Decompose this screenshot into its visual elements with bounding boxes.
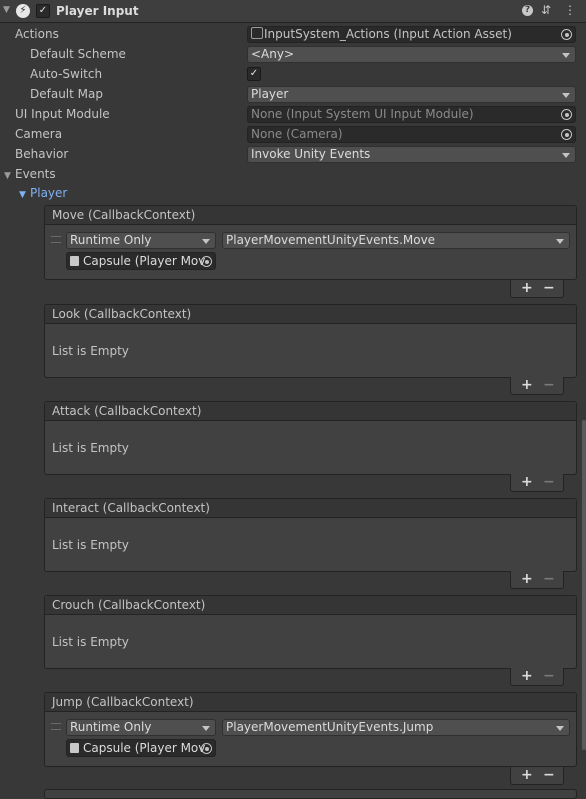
camera-value: None (Camera) [251,127,343,141]
ui-input-module-field[interactable]: None (Input System UI Input Module) [247,106,576,123]
event-title: Interact (CallbackContext) [45,499,576,518]
drag-handle-icon[interactable] [51,236,61,243]
input-action-asset-icon [251,27,263,39]
object-picker-icon[interactable] [201,256,212,267]
function-value: PlayerMovementUnityEvents.Jump [226,720,434,734]
chevron-down-icon [562,153,570,158]
add-button[interactable]: + [521,571,533,587]
default-scheme-value: <Any> [251,47,295,61]
list-empty-text: List is Empty [52,538,129,552]
event-interact: Interact (CallbackContext) List is Empty [44,498,577,572]
player-input-icon: ⚡ [16,4,30,18]
object-picker-icon[interactable] [561,129,572,140]
event-title: Move (CallbackContext) [45,206,576,225]
function-dropdown[interactable]: PlayerMovementUnityEvents.Jump [222,719,570,736]
default-scheme-label: Default Scheme [30,47,126,61]
target-object-value: Capsule (Player Mov [83,254,206,268]
add-button[interactable]: + [521,280,533,296]
event-move: Move (CallbackContext) Runtime Only Play… [44,205,577,280]
chevron-down-icon [202,239,210,244]
ui-input-module-label: UI Input Module [15,107,110,121]
target-object-field[interactable]: Capsule (Player Mov [66,252,216,270]
list-footer: + − [510,668,564,686]
default-map-dropdown[interactable]: Player [247,86,576,103]
remove-button: − [543,571,555,587]
object-picker-icon[interactable] [201,743,212,754]
chevron-down-icon [562,53,570,58]
behavior-label: Behavior [15,147,69,161]
runtime-value: Runtime Only [70,720,152,734]
event-title: Jump (CallbackContext) [45,693,576,712]
actions-value: InputSystem_Actions (Input Action Asset) [264,27,512,41]
event-jump: Jump (CallbackContext) Runtime Only Play… [44,692,577,767]
event-look: Look (CallbackContext) List is Empty [44,304,577,378]
drag-handle-icon[interactable] [51,723,61,730]
event-title: Crouch (CallbackContext) [45,596,576,615]
chevron-down-icon [556,239,564,244]
runtime-dropdown[interactable]: Runtime Only [66,719,216,736]
target-object-field[interactable]: Capsule (Player Mov [66,739,216,757]
ui-input-module-value: None (Input System UI Input Module) [251,107,474,121]
camera-field[interactable]: None (Camera) [247,126,576,143]
list-empty-text: List is Empty [52,344,129,358]
fold-arrow-icon[interactable]: ▼ [3,5,10,15]
preset-icon[interactable]: ⇵ [541,3,551,17]
actions-label: Actions [15,27,59,41]
events-foldout-label[interactable]: Events [15,167,56,181]
auto-switch-label: Auto-Switch [30,67,103,81]
runtime-dropdown[interactable]: Runtime Only [66,232,216,249]
list-footer: + − [510,571,564,589]
list-footer: + − [510,767,564,785]
remove-button[interactable]: − [543,280,555,296]
behavior-value: Invoke Unity Events [251,147,371,161]
list-footer: + − [510,377,564,395]
player-foldout-label[interactable]: Player [30,186,67,200]
chevron-down-icon [202,726,210,731]
chevron-down-icon [556,726,564,731]
add-button[interactable]: + [521,767,533,783]
enabled-checkbox[interactable]: ✓ [36,4,50,18]
object-picker-icon[interactable] [561,109,572,120]
list-footer: + − [510,280,564,298]
default-map-label: Default Map [30,87,103,101]
component-header[interactable]: ▼ ⚡ ✓ Player Input ? ⇵ ⋮ [0,0,586,23]
more-icon[interactable]: ⋮ [564,3,576,17]
function-value: PlayerMovementUnityEvents.Move [226,233,436,247]
list-empty-text: List is Empty [52,441,129,455]
player-fold-arrow-icon[interactable]: ▼ [19,190,26,200]
behavior-dropdown[interactable]: Invoke Unity Events [247,146,576,163]
list-footer: + − [510,474,564,492]
camera-label: Camera [15,127,63,141]
add-button[interactable]: + [521,377,533,393]
remove-button: − [543,668,555,684]
remove-button: − [543,474,555,490]
events-fold-arrow-icon[interactable]: ▼ [4,171,11,181]
object-picker-icon[interactable] [561,29,572,40]
auto-switch-checkbox[interactable]: ✓ [247,67,261,81]
add-button[interactable]: + [521,474,533,490]
script-icon [70,256,79,266]
event-attack: Attack (CallbackContext) List is Empty [44,401,577,475]
function-dropdown[interactable]: PlayerMovementUnityEvents.Move [222,232,570,249]
component-title: Player Input [56,4,139,18]
add-button[interactable]: + [521,668,533,684]
remove-button: − [543,377,555,393]
target-object-value: Capsule (Player Mov [83,741,206,755]
event-crouch: Crouch (CallbackContext) List is Empty [44,595,577,669]
default-scheme-dropdown[interactable]: <Any> [247,46,576,63]
event-next-partial [44,789,577,799]
scrollbar[interactable] [582,420,586,750]
event-title: Attack (CallbackContext) [45,402,576,421]
script-icon [70,743,79,753]
runtime-value: Runtime Only [70,233,152,247]
event-title: Look (CallbackContext) [45,305,576,324]
remove-button[interactable]: − [543,767,555,783]
chevron-down-icon [562,93,570,98]
help-icon[interactable]: ? [522,5,533,16]
list-empty-text: List is Empty [52,635,129,649]
actions-field[interactable]: InputSystem_Actions (Input Action Asset) [247,26,576,43]
default-map-value: Player [251,87,289,101]
